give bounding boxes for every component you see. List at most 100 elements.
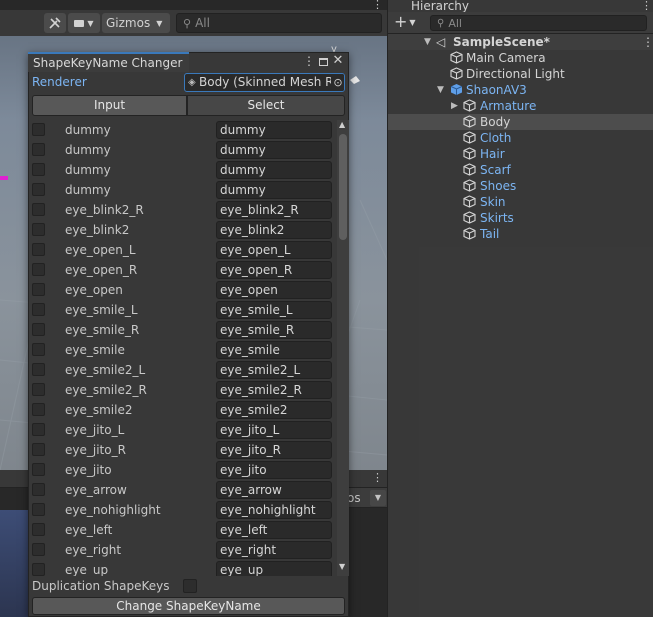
expand-arrow-icon[interactable]: ▼ (424, 34, 431, 50)
chevron-down-icon: ▼ (87, 18, 94, 28)
shapekey-new-name-input[interactable]: eye_open_R (216, 261, 332, 279)
hierarchy-item-body[interactable]: Body (388, 114, 653, 130)
shapekey-new-name-input[interactable]: dummy (216, 161, 332, 179)
object-picker-icon[interactable]: ⊙ (331, 74, 344, 91)
add-object-button[interactable]: + ▼ (394, 13, 422, 31)
shapekey-original-name: eye_blink2_R (65, 203, 144, 217)
shapekey-checkbox[interactable] (32, 263, 45, 276)
gizmos-dropdown[interactable]: Gizmos ▼ (102, 13, 170, 33)
expand-arrow-icon[interactable]: ▼ (437, 82, 444, 98)
shapekey-new-name-input[interactable]: eye_blink2_R (216, 201, 332, 219)
chevron-down-icon: ▼ (156, 18, 163, 28)
shapekey-new-name-input[interactable]: dummy (216, 141, 332, 159)
shapekey-checkbox[interactable] (32, 183, 45, 196)
hierarchy-item-samplescene[interactable]: ▼ ◁ SampleScene* ⋮ (388, 34, 653, 50)
tab-select[interactable]: Select (187, 95, 345, 116)
shapekey-new-name-input[interactable]: eye_smile2_R (216, 381, 332, 399)
shapekey-new-name-input[interactable]: eye_smile (216, 341, 332, 359)
hierarchy-item-skin[interactable]: Skin (388, 194, 653, 210)
shapekey-new-name-input[interactable]: eye_jito (216, 461, 332, 479)
hierarchy-item-cloth[interactable]: Cloth (388, 130, 653, 146)
shapekey-checkbox[interactable] (32, 163, 45, 176)
shapekey-checkbox[interactable] (32, 383, 45, 396)
window-title-tab[interactable]: ShapeKeyName Changer (28, 52, 189, 72)
shapekey-original-name: eye_smile (65, 343, 125, 357)
shapekey-checkbox[interactable] (32, 203, 45, 216)
shapekey-new-name-input[interactable]: eye_open (216, 281, 332, 299)
chevron-down-icon[interactable]: ▼ (370, 490, 386, 506)
shapekey-row: dummy dummy (29, 160, 337, 180)
hierarchy-item-skirts[interactable]: Skirts (388, 210, 653, 226)
shapekey-new-name-input[interactable]: eye_smile_R (216, 321, 332, 339)
hierarchy-more-icon[interactable]: ⋮ (641, 0, 652, 12)
hierarchy-item-hair[interactable]: Hair (388, 146, 653, 162)
scroll-down-icon[interactable]: ▼ (339, 562, 345, 571)
shapekey-checkbox[interactable] (32, 243, 45, 256)
game-more-icon[interactable]: ⋮ (372, 471, 383, 484)
hierarchy-empty-area[interactable] (419, 247, 653, 617)
shapekey-new-name-input[interactable]: eye_up (216, 561, 332, 576)
shapekey-new-name-input[interactable]: eye_left (216, 521, 332, 539)
change-shapekeyname-button[interactable]: Change ShapeKeyName (32, 597, 345, 615)
shapekey-new-name-input[interactable]: dummy (216, 121, 332, 139)
shapekey-checkbox[interactable] (32, 343, 45, 356)
shapekey-checkbox[interactable] (32, 223, 45, 236)
shapekey-checkbox[interactable] (32, 143, 45, 156)
window-menu-icon[interactable]: ⋮ (302, 54, 316, 68)
hierarchy-item-main-camera[interactable]: Main Camera (388, 50, 653, 66)
shapekey-list[interactable]: dummy dummy dummy dummy dummy dummy dummy dummy… (29, 120, 337, 576)
shapekey-checkbox[interactable] (32, 363, 45, 376)
hierarchy-tab[interactable]: Hierarchy (401, 0, 487, 12)
shapekey-row: dummy dummy (29, 120, 337, 140)
shapekey-new-name-input[interactable]: eye_smile2 (216, 401, 332, 419)
shapekey-checkbox[interactable] (32, 563, 45, 576)
hierarchy-item-tail[interactable]: Tail (388, 226, 653, 242)
shapekey-checkbox[interactable] (32, 403, 45, 416)
shapekey-row: dummy dummy (29, 140, 337, 160)
shapekey-checkbox[interactable] (32, 443, 45, 456)
shapekey-new-name-input[interactable]: eye_jito_R (216, 441, 332, 459)
shapekey-checkbox[interactable] (32, 303, 45, 316)
duplication-shapekeys-checkbox[interactable] (183, 579, 197, 593)
scene-more-icon[interactable]: ⋮ (642, 34, 653, 50)
maximize-icon[interactable] (316, 54, 330, 68)
shapekey-checkbox[interactable] (32, 463, 45, 476)
shapekey-checkbox[interactable] (32, 543, 45, 556)
close-icon[interactable]: ✕ (331, 54, 345, 68)
shapekey-checkbox[interactable] (32, 123, 45, 136)
shapekey-new-name-input[interactable]: eye_right (216, 541, 332, 559)
shapekey-new-name-input[interactable]: eye_blink2 (216, 221, 332, 239)
hierarchy-item-directional-light[interactable]: Directional Light (388, 66, 653, 82)
tools-icon[interactable] (44, 13, 66, 33)
shapekey-new-name-input[interactable]: eye_nohighlight (216, 501, 332, 519)
shapekey-new-name-input[interactable]: eye_smile2_L (216, 361, 332, 379)
hierarchy-search-input[interactable]: ⚲ All (430, 15, 647, 31)
camera-dropdown[interactable]: ▼ (68, 13, 100, 33)
shapekey-new-name-input[interactable]: eye_smile_L (216, 301, 332, 319)
hierarchy-item-armature[interactable]: ▶ Armature (388, 98, 653, 114)
shapekey-new-name-input[interactable]: eye_open_L (216, 241, 332, 259)
shapekey-checkbox[interactable] (32, 503, 45, 516)
shapekey-original-name: eye_open_L (65, 243, 136, 257)
scene-search-placeholder: All (195, 16, 210, 30)
shapekey-new-name-input[interactable]: dummy (216, 181, 332, 199)
shapekey-original-name: eye_arrow (65, 483, 127, 497)
scrollbar-thumb[interactable] (339, 134, 347, 240)
shapekey-new-name-input[interactable]: eye_jito_L (216, 421, 332, 439)
hierarchy-item-scarf[interactable]: Scarf (388, 162, 653, 178)
hierarchy-item-shaonav3[interactable]: ▼ ShaonAV3 (388, 82, 653, 98)
tab-input[interactable]: Input (32, 95, 187, 116)
scene-search-input[interactable]: ⚲ All (176, 13, 382, 33)
gizmos-label: Gizmos (106, 16, 151, 30)
shapekey-checkbox[interactable] (32, 523, 45, 536)
shapekey-original-name: dummy (65, 143, 111, 157)
expand-arrow-icon[interactable]: ▶ (451, 98, 458, 114)
shapekey-checkbox[interactable] (32, 323, 45, 336)
renderer-object-field[interactable]: ◈ Body (Skinned Mesh R ⊙ (184, 73, 345, 92)
shapekey-checkbox[interactable] (32, 423, 45, 436)
scroll-up-icon[interactable]: ▲ (339, 120, 345, 129)
shapekey-checkbox[interactable] (32, 483, 45, 496)
shapekey-checkbox[interactable] (32, 283, 45, 296)
hierarchy-item-shoes[interactable]: Shoes (388, 178, 653, 194)
shapekey-new-name-input[interactable]: eye_arrow (216, 481, 332, 499)
